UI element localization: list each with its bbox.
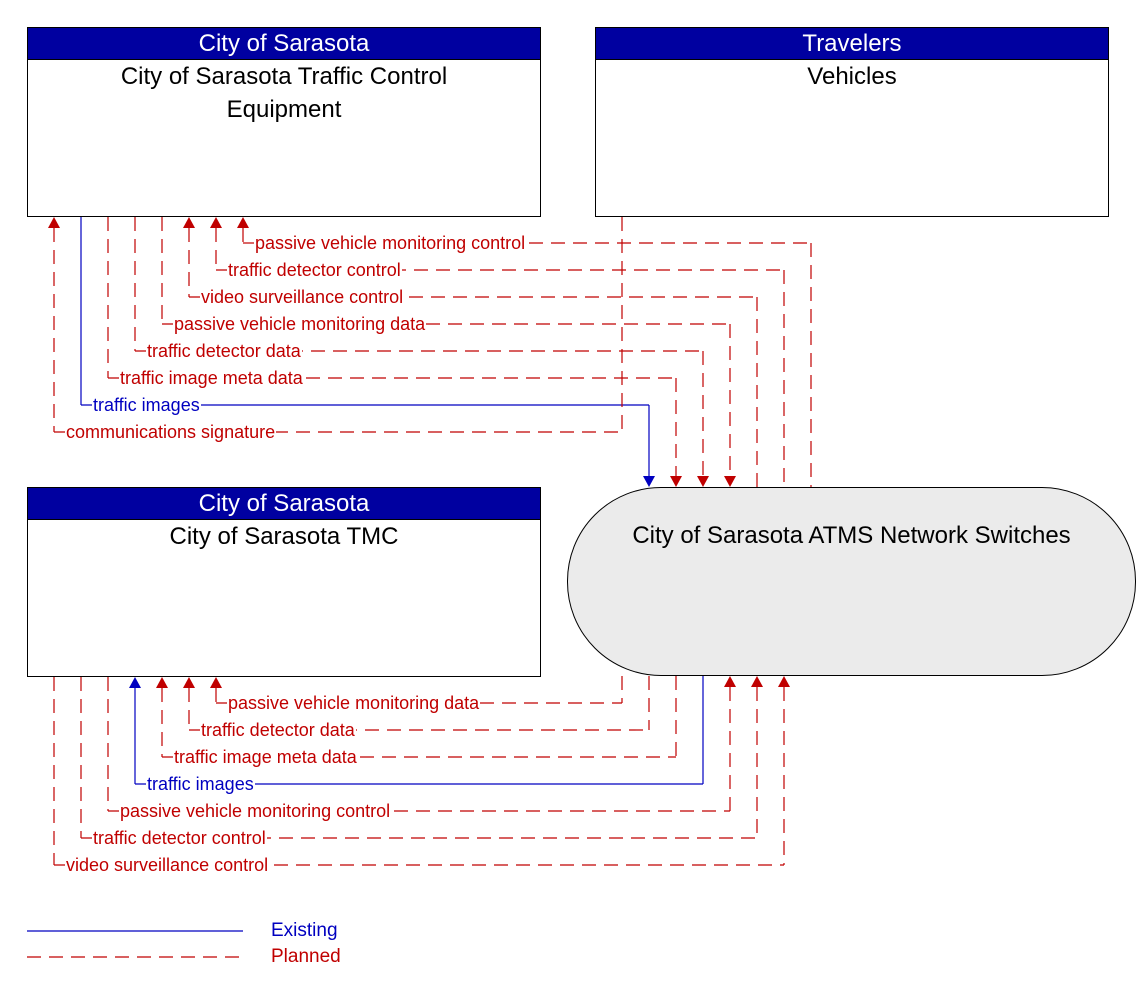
lower-flow-3-label[interactable]: traffic images <box>146 774 255 794</box>
upper-flow-1-arrowhead <box>210 217 222 228</box>
lower-flow-2-arrowhead <box>156 677 168 688</box>
upper-flow-7-label[interactable]: communications signature <box>65 422 277 442</box>
upper-flow-0-label[interactable]: passive vehicle monitoring control <box>254 233 527 253</box>
traffic-control-name: City of Sarasota Traffic Control Equipme… <box>120 63 448 123</box>
lower-flow-3-arrowhead <box>129 677 141 688</box>
lower-flow-1-arrowhead <box>183 677 195 688</box>
upper-flow-3-arrowhead <box>724 476 736 487</box>
upper-flow-4-arrowhead <box>697 476 709 487</box>
lower-flow-5-arrowhead <box>751 676 763 687</box>
tmc-owner: City of Sarasota <box>28 488 540 520</box>
upper-flow-0-arrowhead <box>237 217 249 228</box>
lower-flow-4-label[interactable]: passive vehicle monitoring control <box>119 801 392 821</box>
upper-flow-2-arrowhead <box>183 217 195 228</box>
upper-flow-5-label[interactable]: traffic image meta data <box>119 368 304 388</box>
lower-flow-0-arrowhead <box>210 677 222 688</box>
vehicles-name: Vehicles <box>807 63 897 90</box>
upper-flow-3-label[interactable]: passive vehicle monitoring data <box>173 314 427 334</box>
lower-flow-6-arrowhead <box>778 676 790 687</box>
upper-flow-6-label[interactable]: traffic images <box>92 395 201 415</box>
legend-planned-label: Planned <box>271 946 341 967</box>
tmc-name: City of Sarasota TMC <box>169 523 399 550</box>
lower-flow-4-arrowhead <box>724 676 736 687</box>
lower-flow-1-label[interactable]: traffic detector data <box>200 720 356 740</box>
lower-flow-0-label[interactable]: passive vehicle monitoring data <box>227 693 481 713</box>
network-switches-name: City of Sarasota ATMS Network Switches <box>632 522 1071 549</box>
lower-flow-6-label[interactable]: video surveillance control <box>65 855 270 875</box>
upper-flow-5-arrowhead <box>670 476 682 487</box>
upper-flow-7-arrowhead <box>48 217 60 228</box>
lower-flow-2-label[interactable]: traffic image meta data <box>173 747 358 767</box>
traffic-control-equipment-box[interactable]: City of Sarasota City of Sarasota Traffi… <box>27 27 541 217</box>
upper-flow-4-label[interactable]: traffic detector data <box>146 341 302 361</box>
lower-flow-5-label[interactable]: traffic detector control <box>92 828 267 848</box>
vehicles-box[interactable]: Travelers Vehicles <box>595 27 1109 217</box>
tmc-box[interactable]: City of Sarasota City of Sarasota TMC <box>27 487 541 677</box>
vehicles-owner: Travelers <box>596 28 1108 60</box>
traffic-control-owner: City of Sarasota <box>28 28 540 60</box>
upper-flow-2-label[interactable]: video surveillance control <box>200 287 405 307</box>
network-switches-oval[interactable]: City of Sarasota ATMS Network Switches <box>567 487 1136 676</box>
upper-flow-1-label[interactable]: traffic detector control <box>227 260 402 280</box>
legend-existing-label: Existing <box>271 920 338 941</box>
upper-flow-6-arrowhead <box>643 476 655 487</box>
